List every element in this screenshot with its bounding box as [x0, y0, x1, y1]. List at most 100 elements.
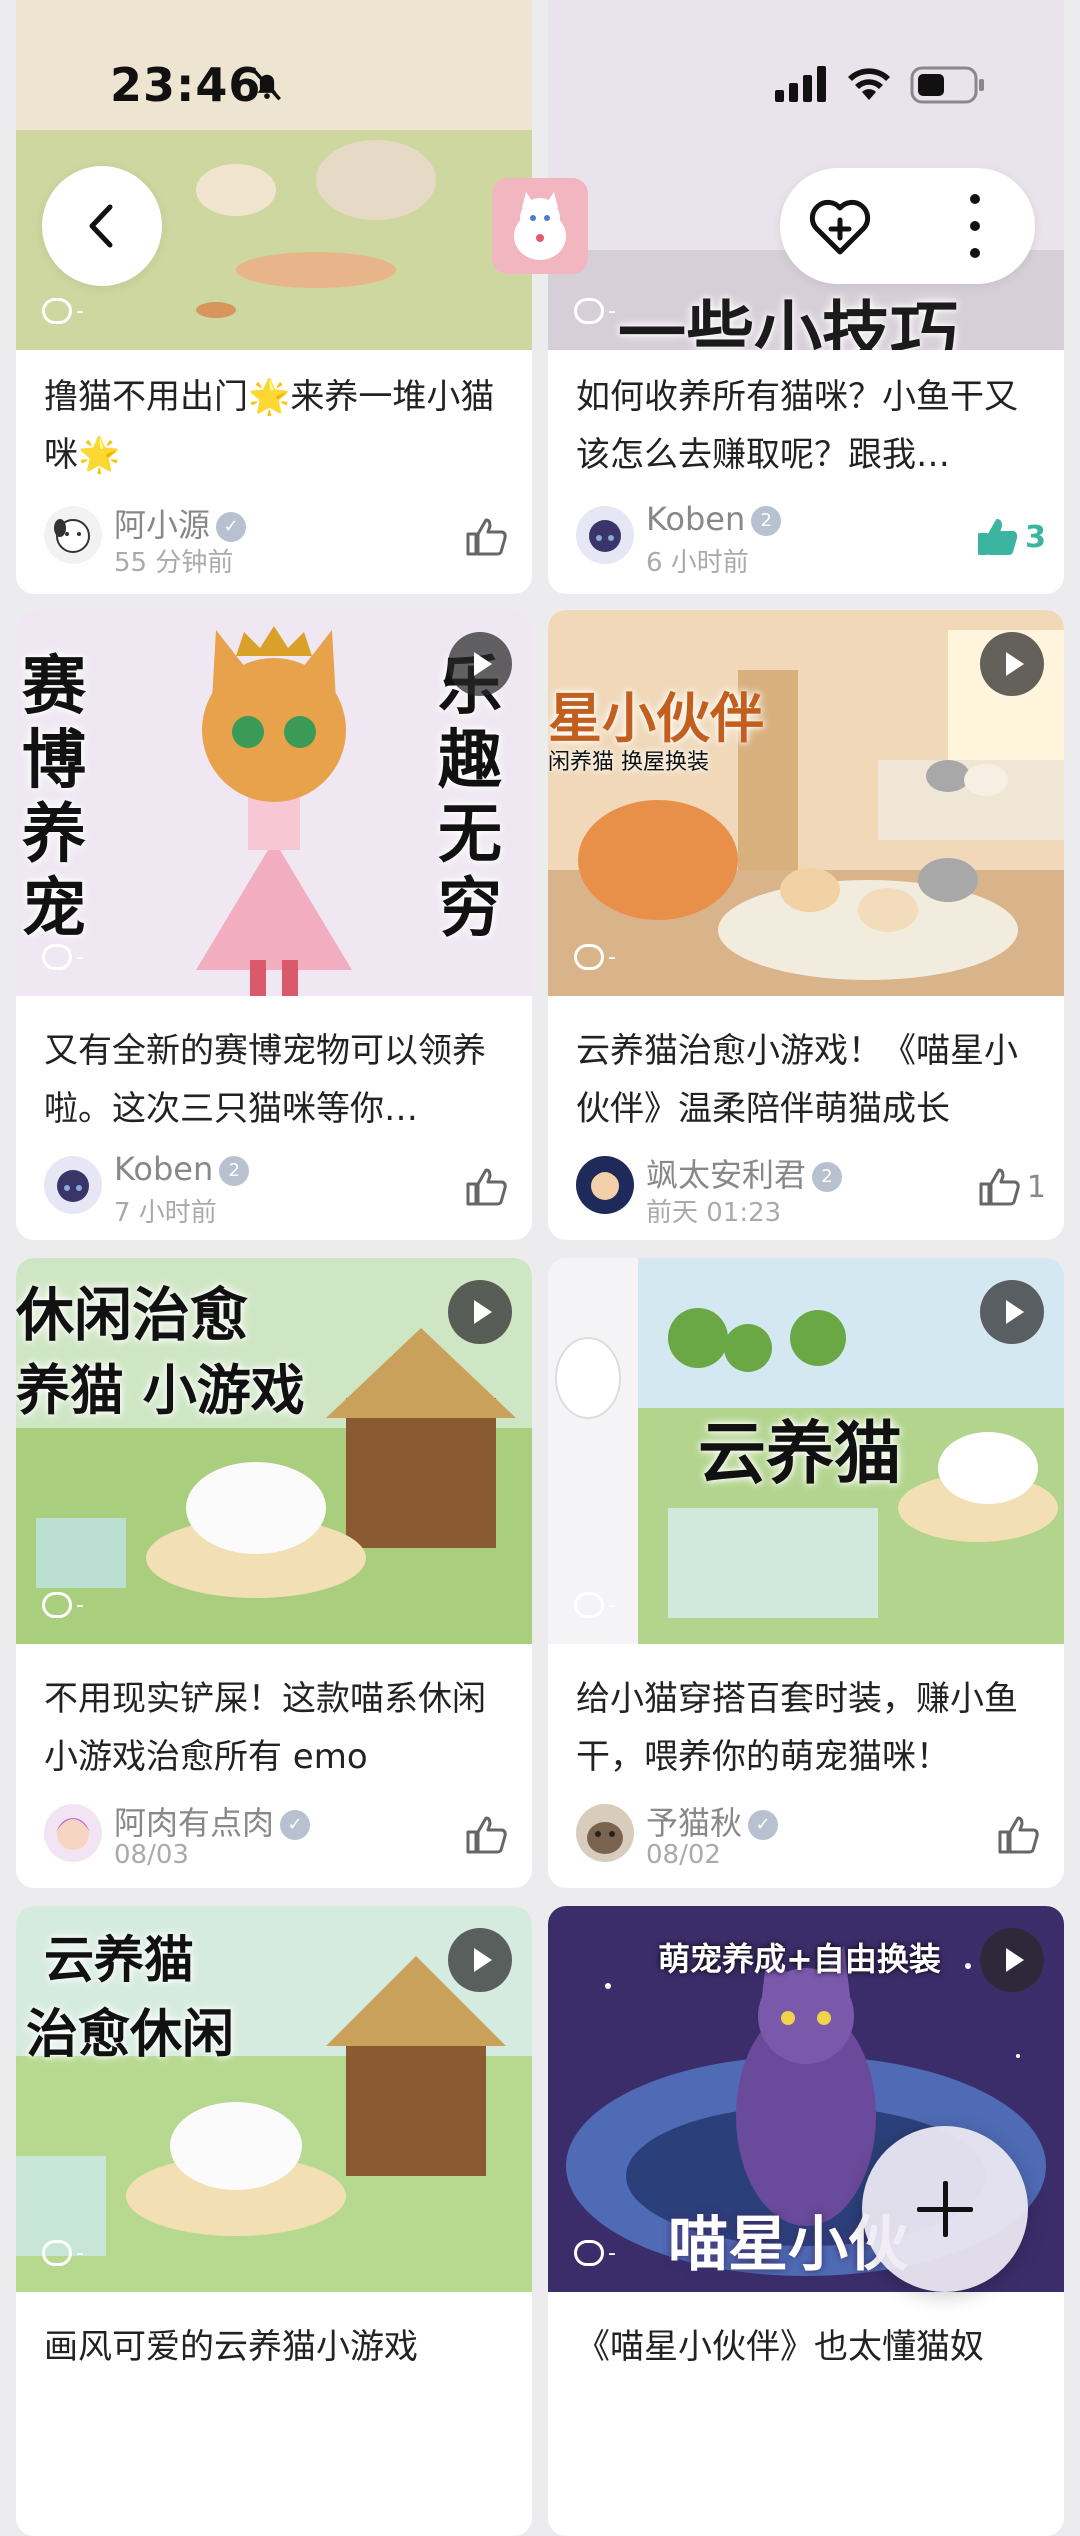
comment-count: - — [42, 1592, 84, 1618]
level-badge-icon: ✓ — [216, 512, 247, 542]
thumbs-up-icon — [998, 1816, 1039, 1854]
post-author-row[interactable]: 予猫秋 ✓ 08/02 — [576, 1798, 1046, 1870]
play-icon[interactable] — [980, 1280, 1044, 1344]
post-title[interactable]: 又有全新的赛博宠物可以领养啦。这次三只猫咪等你… — [44, 1022, 504, 1138]
like-button[interactable]: 1 — [977, 1162, 1046, 1212]
comment-count-text: - — [76, 1592, 84, 1618]
avatar[interactable] — [576, 1804, 634, 1862]
comment-icon — [574, 2240, 604, 2266]
author-name-text: 阿小源 — [114, 506, 211, 544]
post-title[interactable]: 撸猫不用出门🌟来养一堆小猫咪🌟 — [44, 368, 504, 484]
thumbs-up-icon — [979, 1168, 1020, 1206]
comment-icon — [42, 944, 72, 970]
comment-count: - — [574, 944, 616, 970]
author-name[interactable]: 飒太安利君 2 — [646, 1150, 843, 1196]
like-button[interactable] — [464, 1162, 514, 1212]
bell-muted-icon — [253, 69, 281, 101]
thumbs-up-filled-icon — [978, 519, 1018, 555]
comment-count-text: - — [76, 298, 84, 324]
post-card[interactable]: 星小伙伴 闲养猫 换屋换装 - 云养猫治愈小游戏！《喵星小伙伴》温柔陪伴萌猫成长… — [548, 610, 1064, 1240]
comment-count-text: - — [608, 2240, 616, 2266]
thumbnail-caption-left: 赛博养宠 — [22, 650, 86, 946]
level-badge-icon: ✓ — [280, 1810, 311, 1840]
post-author-row[interactable]: 阿肉有点肉 ✓ 08/03 — [44, 1798, 514, 1870]
author-name-text: 阿肉有点肉 — [114, 1804, 275, 1842]
comment-count-text: - — [608, 944, 616, 970]
play-icon[interactable] — [448, 1928, 512, 1992]
thumbnail-subcaption: 闲养猫 换屋换装 — [548, 750, 709, 775]
avatar[interactable] — [44, 506, 102, 564]
like-button[interactable] — [464, 1810, 514, 1860]
back-button[interactable] — [42, 166, 162, 286]
post-thumbnail: 休闲治愈 养猫 小游戏 - — [16, 1258, 532, 1644]
game-app-icon[interactable] — [492, 178, 588, 274]
like-button[interactable] — [996, 1810, 1046, 1860]
post-title[interactable]: 云养猫治愈小游戏！《喵星小伙伴》温柔陪伴萌猫成长 — [576, 1022, 1036, 1138]
like-count: 3 — [1025, 519, 1046, 555]
post-title[interactable]: 如何收养所有猫咪？小鱼干又该怎么去赚取呢？跟我… — [576, 368, 1036, 484]
thumbnail-caption: 云养猫 — [698, 1415, 903, 1494]
post-card[interactable]: 云养猫 治愈休闲 - 画风可爱的云养猫小游戏 — [16, 1906, 532, 2536]
post-thumbnail: 云养猫 - — [548, 1258, 1064, 1644]
author-name[interactable]: 阿小源 ✓ — [114, 500, 247, 546]
post-thumbnail: 赛博养宠 乐趣无穷 - — [16, 610, 532, 996]
post-author-row[interactable]: Koben 2 6 小时前 3 — [576, 500, 1046, 578]
comment-count: - — [42, 2240, 84, 2266]
avatar[interactable] — [44, 1804, 102, 1862]
comment-count: - — [574, 298, 616, 324]
comment-count-text: - — [608, 1592, 616, 1618]
play-icon[interactable] — [980, 1928, 1044, 1992]
battery-icon — [910, 66, 984, 104]
author-name-text: 予猫秋 — [646, 1804, 743, 1842]
avatar[interactable] — [576, 1156, 634, 1214]
play-icon[interactable] — [448, 1280, 512, 1344]
level-badge-icon: 2 — [812, 1162, 843, 1192]
post-title[interactable]: 给小猫穿搭百套时装，赚小鱼干，喂养你的萌宠猫咪！ — [576, 1670, 1036, 1786]
thumbnail-caption: 萌宠养成+自由换装 — [658, 1940, 941, 1978]
author-name[interactable]: 阿肉有点肉 ✓ — [114, 1798, 311, 1844]
signal-icon — [775, 66, 826, 102]
author-name-text: Koben — [646, 500, 746, 538]
like-button[interactable] — [464, 512, 514, 562]
comment-icon — [42, 2240, 72, 2266]
thumbnail-subcaption: 治愈休闲 — [26, 2005, 235, 2065]
comment-count-text: - — [76, 944, 84, 970]
author-name[interactable]: Koben 2 — [646, 500, 782, 538]
play-icon[interactable] — [448, 632, 512, 696]
wifi-icon — [848, 68, 890, 100]
post-time: 55 分钟前 — [114, 548, 234, 578]
like-button[interactable]: 3 — [975, 512, 1046, 562]
comment-count-text: - — [608, 298, 616, 324]
comment-icon — [42, 298, 72, 324]
post-title[interactable]: 不用现实铲屎！这款喵系休闲小游戏治愈所有 emo — [44, 1670, 504, 1786]
post-title[interactable]: 《喵星小伙伴》也太懂猫奴 — [576, 2318, 1036, 2376]
post-author-row[interactable]: 飒太安利君 2 前天 01:23 1 — [576, 1150, 1046, 1228]
author-name-text: Koben — [114, 1150, 214, 1188]
post-time: 前天 01:23 — [646, 1198, 782, 1228]
thumbs-up-icon — [466, 518, 507, 556]
post-card[interactable]: 赛博养宠 乐趣无穷 - 又有全新的赛博宠物可以领养啦。这次三只猫咪等你… Kob… — [16, 610, 532, 1240]
like-count: 1 — [1026, 1169, 1046, 1205]
thumbnail-caption: 云养猫 — [44, 1931, 194, 1989]
author-name[interactable]: Koben 2 — [114, 1150, 250, 1188]
post-author-row[interactable]: Koben 2 7 小时前 — [44, 1150, 514, 1228]
post-author-row[interactable]: 阿小源 ✓ 55 分钟前 — [44, 500, 514, 578]
avatar[interactable] — [44, 1156, 102, 1214]
heart-plus-icon[interactable] — [806, 192, 874, 260]
thumbs-up-icon — [466, 1816, 507, 1854]
thumbnail-caption: 一些小技巧 — [618, 295, 959, 350]
post-card[interactable]: 云养猫 - 给小猫穿搭百套时装，赚小鱼干，喂养你的萌宠猫咪！ 予猫秋 ✓ 08/0… — [548, 1258, 1064, 1888]
author-name[interactable]: 予猫秋 ✓ — [646, 1798, 779, 1844]
post-thumbnail: 星小伙伴 闲养猫 换屋换装 - — [548, 610, 1064, 996]
more-vertical-icon[interactable] — [960, 194, 990, 258]
thumbs-up-icon — [466, 1168, 507, 1206]
avatar[interactable] — [576, 506, 634, 564]
comment-icon — [42, 1592, 72, 1618]
post-time: 08/02 — [646, 1840, 721, 1870]
play-icon[interactable] — [980, 632, 1044, 696]
comment-count: - — [42, 944, 84, 970]
post-title[interactable]: 画风可爱的云养猫小游戏 — [44, 2318, 504, 2376]
post-card[interactable]: 休闲治愈 养猫 小游戏 - 不用现实铲屎！这款喵系休闲小游戏治愈所有 emo 阿… — [16, 1258, 532, 1888]
create-post-button[interactable] — [862, 2126, 1028, 2292]
post-thumbnail: 云养猫 治愈休闲 - — [16, 1906, 532, 2292]
